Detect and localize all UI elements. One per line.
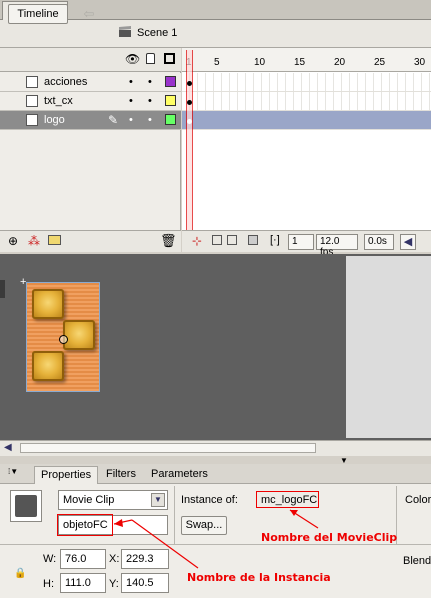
annotation-arrows xyxy=(113,509,319,569)
movieclip-name-annotation: Nombre del MovieClip xyxy=(261,531,398,544)
instance-name-annotation: Nombre de la Instancia xyxy=(187,571,331,584)
